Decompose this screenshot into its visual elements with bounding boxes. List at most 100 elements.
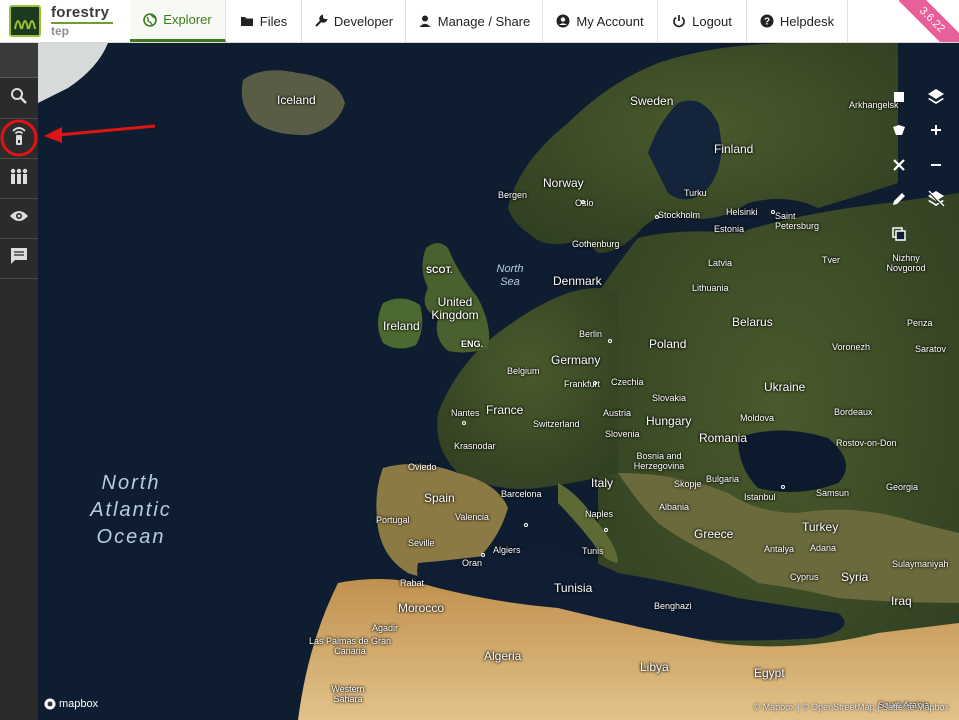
- tab-manage-share-label: Manage / Share: [437, 13, 531, 29]
- region-label: ENG.: [461, 339, 484, 349]
- version-corner: 3.6.22: [899, 0, 959, 42]
- country-label: Poland: [649, 337, 687, 351]
- draw-polygon-button[interactable]: [888, 121, 910, 143]
- city-marker: [462, 421, 466, 425]
- mapbox-logo[interactable]: mapbox: [44, 698, 98, 710]
- country-label: Portugal: [376, 515, 410, 525]
- group-icon: [8, 167, 30, 190]
- map-basemap: [38, 43, 959, 720]
- forestry-logo-icon: [9, 5, 41, 37]
- ocean-label: North Atlantic Ocean: [66, 470, 196, 551]
- country-label: Switzerland: [533, 419, 580, 429]
- tab-manage-share[interactable]: Manage / Share: [406, 0, 543, 42]
- country-label: Spain: [424, 491, 455, 505]
- folder-icon: [240, 14, 254, 28]
- clear-drawing-button[interactable]: [888, 156, 910, 178]
- map-canvas[interactable]: North Atlantic Ocean North Sea Iceland S…: [38, 43, 959, 720]
- country-label: Norway: [543, 176, 584, 190]
- city-label: Krasnodar: [454, 441, 496, 451]
- square-icon: [893, 90, 905, 108]
- layers-icon: [927, 88, 945, 111]
- user-icon: [418, 14, 432, 28]
- country-label: Georgia: [886, 482, 919, 492]
- city-label: Agadir: [372, 623, 399, 633]
- city-label: Las Palmas de Gran Canaria: [308, 636, 392, 656]
- country-label: Egypt: [754, 666, 785, 680]
- country-label: Austria: [603, 408, 632, 418]
- copy-button[interactable]: [888, 225, 910, 247]
- mapbox-label: mapbox: [59, 698, 99, 710]
- tab-explorer-label: Explorer: [163, 12, 212, 27]
- tab-developer[interactable]: Developer: [302, 0, 406, 42]
- country-label: United Kingdom: [431, 295, 479, 322]
- map-attribution[interactable]: © Mapbox | © OpenStreetMap | Sattelite M…: [753, 702, 949, 712]
- country-label: Syria: [841, 570, 869, 584]
- tab-logout-label: Logout: [692, 13, 732, 29]
- country-label: Czechia: [611, 377, 644, 387]
- tab-helpdesk-label: Helpdesk: [779, 13, 835, 29]
- country-label: Iceland: [277, 93, 316, 107]
- city-label: Helsinki: [726, 207, 758, 217]
- app-logo[interactable]: forestry tep: [6, 3, 126, 41]
- tab-my-account[interactable]: My Account: [543, 0, 658, 42]
- country-label: Romania: [699, 431, 748, 445]
- top-bar: forestry tep Explorer Files Developer Ma…: [0, 0, 959, 43]
- account-circle-icon: [556, 14, 570, 28]
- mapbox-icon: [44, 698, 56, 710]
- country-label: Moldova: [740, 413, 775, 423]
- logo-subtitle: tep: [51, 24, 69, 38]
- city-label: Nantes: [451, 408, 480, 418]
- message-icon: [10, 247, 28, 270]
- tab-files[interactable]: Files: [226, 0, 302, 42]
- city-label: Naples: [585, 509, 614, 519]
- city-label: Istanbul: [744, 492, 776, 502]
- sea-label: North Sea: [490, 263, 530, 289]
- country-label: Slovakia: [652, 393, 687, 403]
- help-circle-icon: ?: [760, 14, 774, 28]
- edit-drawing-button[interactable]: [888, 190, 910, 212]
- sidebar-item-view[interactable]: [0, 199, 38, 239]
- city-label: Oviedo: [408, 462, 437, 472]
- city-label: Berlin: [579, 329, 603, 339]
- city-label: Benghazi: [654, 601, 692, 611]
- city-marker: [608, 339, 612, 343]
- city-label: Algiers: [493, 545, 521, 555]
- tab-helpdesk[interactable]: ? Helpdesk: [747, 0, 848, 42]
- country-label: France: [486, 403, 524, 417]
- country-label: Sweden: [630, 94, 674, 108]
- country-label: Finland: [714, 142, 754, 156]
- country-label: Italy: [591, 476, 614, 490]
- tab-logout[interactable]: Logout: [658, 0, 747, 42]
- layers-button[interactable]: [925, 88, 947, 110]
- sidebar-item-workspaces[interactable]: [0, 159, 38, 199]
- country-label: Slovenia: [605, 429, 640, 439]
- city-label: Rabat: [400, 578, 425, 588]
- zoom-out-button[interactable]: [925, 156, 947, 178]
- wrench-icon: [314, 14, 328, 28]
- city-label: Bergen: [498, 190, 528, 200]
- search-icon: [10, 87, 28, 110]
- clear-layers-button[interactable]: [925, 190, 947, 212]
- city-label: Nizhny Novgorod: [886, 253, 926, 273]
- country-label: Hungary: [646, 414, 692, 428]
- city-label: Seville: [408, 538, 435, 548]
- logo-title: forestry: [51, 4, 110, 21]
- city-label: Oran: [462, 558, 483, 568]
- zoom-in-button[interactable]: [925, 121, 947, 143]
- ocean-label-line: Ocean: [96, 526, 166, 548]
- tab-explorer[interactable]: Explorer: [130, 0, 226, 42]
- ocean-label-line: North: [101, 472, 161, 494]
- city-label: Antalya: [764, 544, 795, 554]
- country-label: Cyprus: [790, 572, 819, 582]
- country-label: Greece: [694, 527, 734, 541]
- sidebar-item-messages[interactable]: [0, 239, 38, 279]
- city-label: Tver: [822, 255, 840, 265]
- city-label: Saint Petersburg: [775, 211, 820, 231]
- country-label: Ukraine: [764, 380, 806, 394]
- svg-text:?: ?: [764, 17, 770, 28]
- draw-rectangle-button[interactable]: [888, 88, 910, 110]
- pencil-icon: [891, 191, 907, 212]
- city-label: Voronezh: [832, 342, 871, 352]
- country-label: Belarus: [732, 315, 773, 329]
- tab-my-account-label: My Account: [576, 13, 644, 29]
